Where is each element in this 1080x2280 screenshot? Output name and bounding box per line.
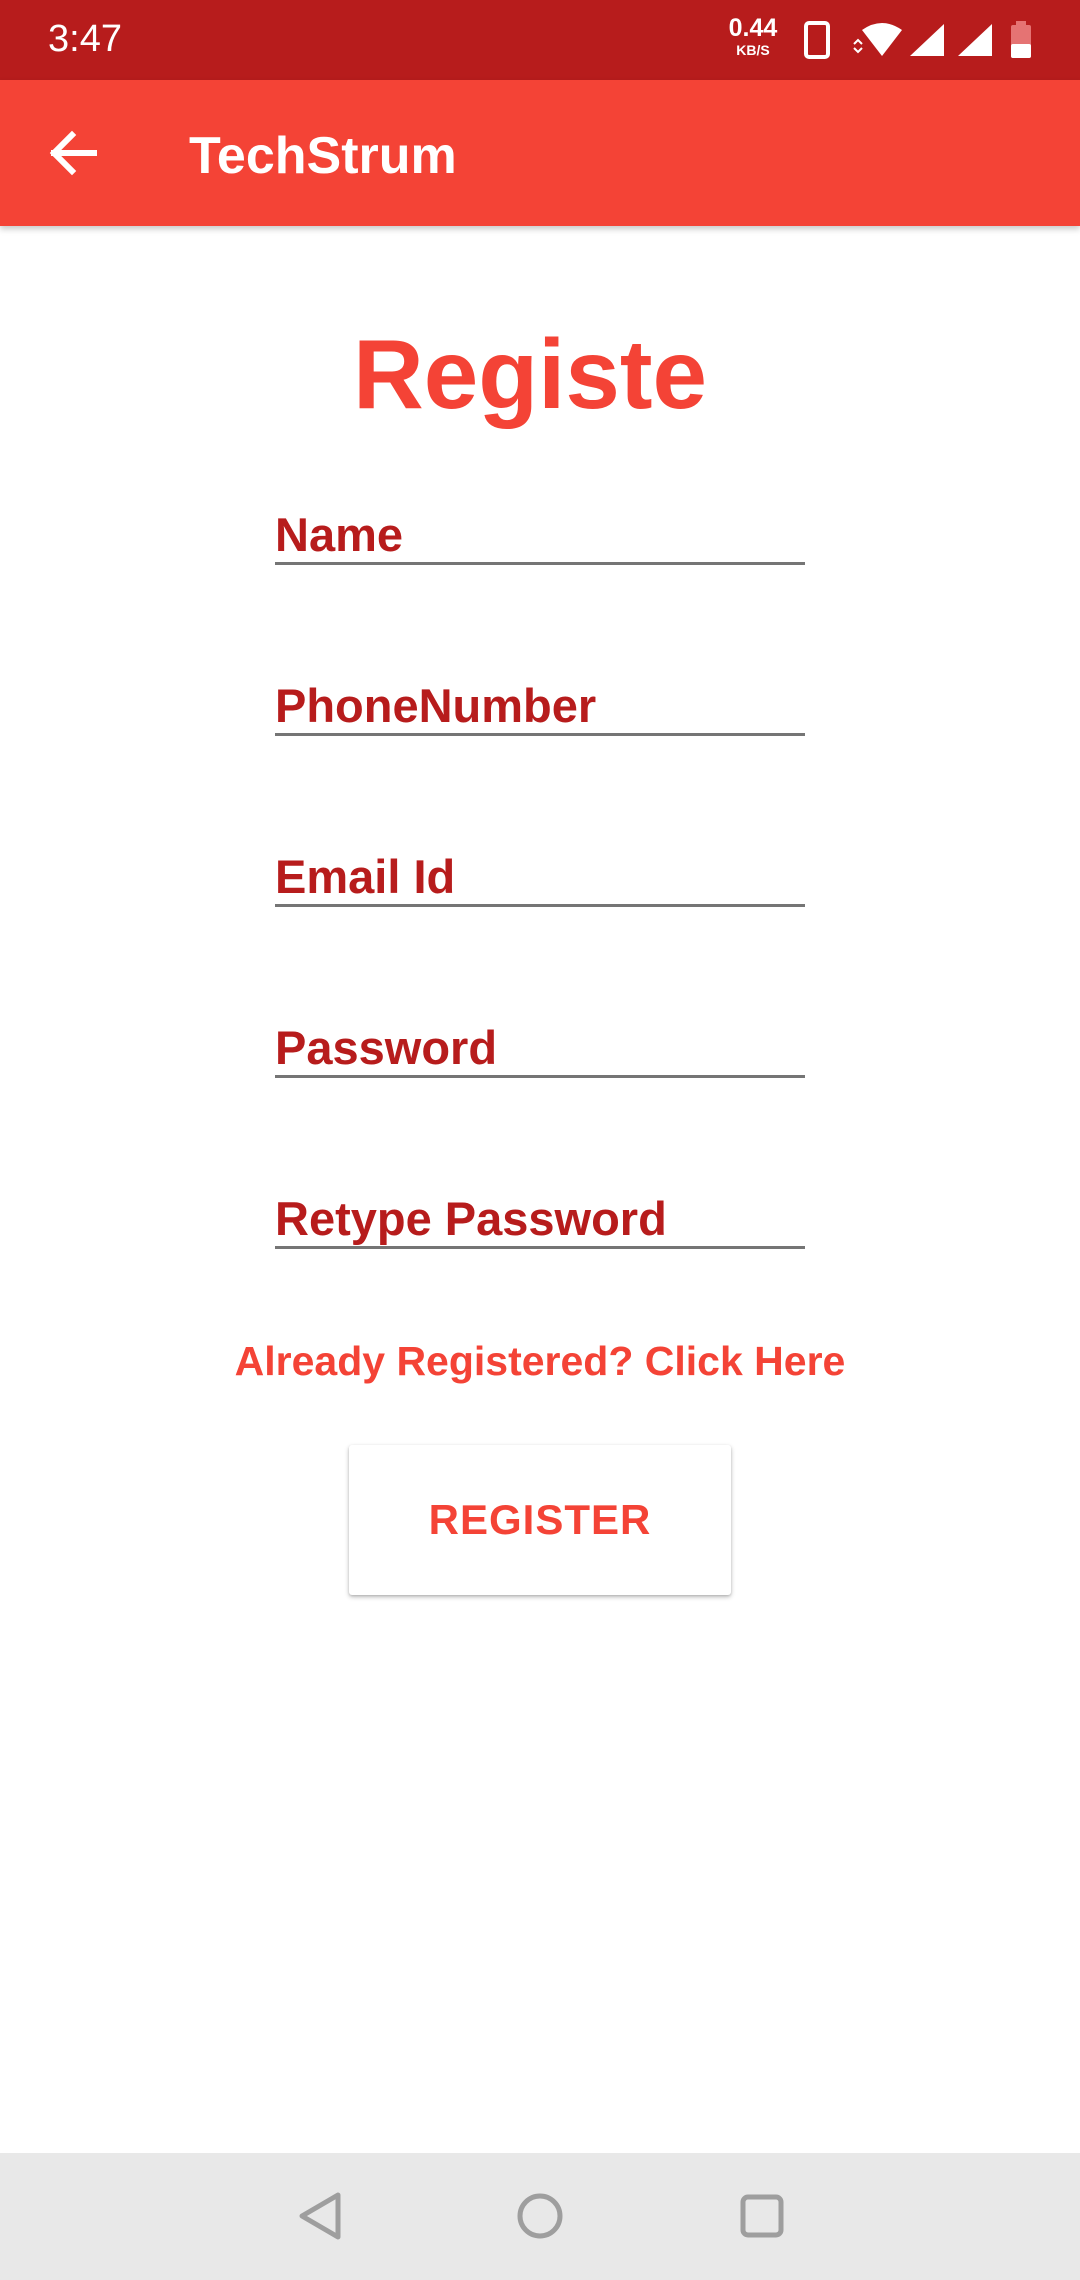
password-input[interactable] — [275, 1020, 805, 1078]
battery-icon — [1011, 21, 1031, 58]
name-input[interactable] — [275, 507, 805, 565]
retype-password-input[interactable] — [275, 1191, 805, 1249]
phone-field — [275, 678, 805, 738]
phone-number-input[interactable] — [275, 678, 805, 736]
status-time: 3:47 — [48, 18, 122, 60]
already-registered-link[interactable]: Already Registered? Click Here — [0, 1338, 1080, 1385]
network-speed-unit: KB/S — [736, 42, 770, 58]
email-input[interactable] — [275, 849, 805, 907]
signal-icon — [910, 24, 944, 56]
arrow-left-icon — [49, 130, 97, 176]
system-nav-bar — [0, 2153, 1080, 2280]
network-speed: 0.44 KB/S — [724, 14, 782, 58]
home-circle-icon[interactable] — [507, 2183, 573, 2249]
back-button[interactable] — [34, 113, 114, 193]
phone-icon — [804, 21, 830, 59]
retype-password-field — [275, 1191, 805, 1251]
email-field — [275, 849, 805, 909]
register-button[interactable]: REGISTER — [349, 1445, 731, 1595]
name-field — [275, 507, 805, 567]
page-title: Registe — [352, 319, 707, 429]
status-bar: 3:47 0.44 KB/S — [0, 0, 1080, 80]
app-title: TechStrum — [189, 127, 457, 185]
network-speed-value: 0.44 — [728, 14, 778, 42]
recents-square-icon[interactable] — [729, 2183, 795, 2249]
password-field — [275, 1020, 805, 1080]
signal-icon — [958, 24, 992, 56]
back-triangle-icon[interactable] — [288, 2183, 354, 2249]
wifi-icon — [853, 23, 902, 56]
app-bar: TechStrum — [0, 80, 1080, 226]
